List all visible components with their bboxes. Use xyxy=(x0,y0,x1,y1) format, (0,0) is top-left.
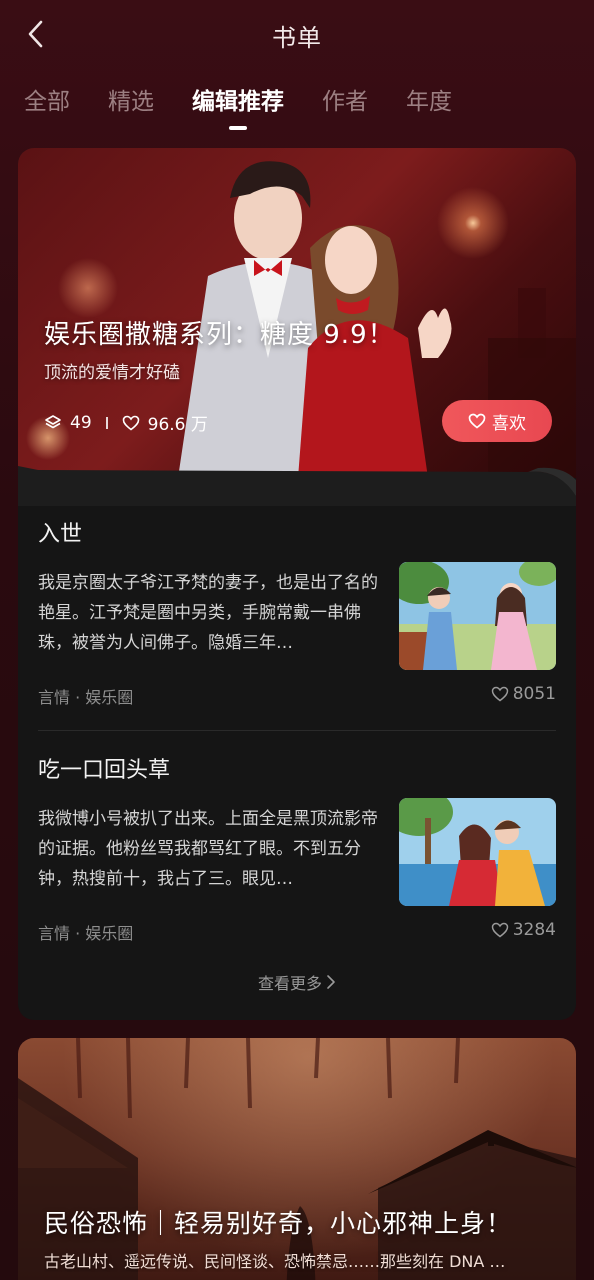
booklist-stats: 49 96.6 万 xyxy=(44,410,208,435)
top-bar: 书单 xyxy=(0,0,594,70)
likes-count: 96.6 万 xyxy=(147,415,208,435)
list-item[interactable]: 入世 我是京圈太子爷江予梵的妻子，也是出了名的艳星。江予梵是圈中另类，手腕常戴一… xyxy=(38,516,556,716)
book-meta: 言情 · 娱乐圈 xyxy=(38,688,134,707)
book-cover-illustration xyxy=(399,798,556,906)
book-cover-illustration xyxy=(399,562,556,670)
book-title: 吃一口回头草 xyxy=(38,758,171,783)
booklist-hero: 娱乐圈撒糖系列：糖度 9.9！ 顶流的爱情才好磕 49 96.6 万 喜欢 xyxy=(18,148,576,478)
book-meta: 言情 · 娱乐圈 xyxy=(38,924,134,943)
likes-stat: 96.6 万 xyxy=(122,410,208,435)
booklist-card[interactable]: 民俗恐怖｜轻易别好奇，小心邪神上身！ 古老山村、遥远传说、民间怪谈、恐怖禁忌……… xyxy=(18,1038,576,1280)
tab-bar: 全部 精选 编辑推荐 作者 年度 xyxy=(24,82,490,130)
book-likes-count: 8051 xyxy=(512,684,556,704)
booklist-card[interactable]: 娱乐圈撒糖系列：糖度 9.9！ 顶流的爱情才好磕 49 96.6 万 喜欢 入世… xyxy=(18,148,576,1020)
heart-outline-icon xyxy=(491,686,508,702)
book-likes-count: 3284 xyxy=(512,920,556,940)
list-divider xyxy=(38,730,556,731)
book-title: 入世 xyxy=(38,522,83,547)
like-button-label: 喜欢 xyxy=(492,413,526,434)
like-button[interactable]: 喜欢 xyxy=(442,400,552,442)
booklist-subtitle: 顶流的爱情才好磕 xyxy=(44,363,180,383)
book-likes: 8051 xyxy=(491,684,556,704)
booklist-title: 民俗恐怖｜轻易别好奇，小心邪神上身！ xyxy=(44,1209,513,1238)
heart-outline-icon xyxy=(491,922,508,938)
list-item[interactable]: 吃一口回头草 我微博小号被扒了出来。上面全是黑顶流影帝的证据。他粉丝骂我都骂红了… xyxy=(38,752,556,952)
page-title: 书单 xyxy=(272,24,322,52)
tab-editor-picks[interactable]: 编辑推荐 xyxy=(192,82,284,130)
book-count: 49 xyxy=(70,412,92,433)
view-more-label: 查看更多 xyxy=(257,974,322,993)
tab-authors[interactable]: 作者 xyxy=(322,82,368,130)
book-description: 我微博小号被扒了出来。上面全是黑顶流影帝的证据。他粉丝骂我都骂红了眼。不到五分钟… xyxy=(38,809,378,889)
heart-outline-icon xyxy=(122,415,139,431)
book-cover xyxy=(399,798,556,906)
view-more-link[interactable]: 查看更多 xyxy=(18,970,576,994)
stat-divider xyxy=(105,416,108,429)
heart-outline-icon xyxy=(468,413,486,429)
page-fold-decoration xyxy=(18,466,576,506)
layers-icon xyxy=(45,414,61,428)
book-count-stat: 49 xyxy=(44,413,92,433)
booklist-subtitle: 古老山村、遥远传说、民间怪谈、恐怖禁忌……那些刻在 DNA … xyxy=(44,1252,506,1271)
chevron-right-icon xyxy=(327,975,335,989)
hero-illustration xyxy=(18,1038,576,1280)
booklist-title: 娱乐圈撒糖系列：糖度 9.9！ xyxy=(44,320,395,350)
book-description: 我是京圈太子爷江予梵的妻子，也是出了名的艳星。江予梵是圈中另类，手腕常戴一串佛珠… xyxy=(38,573,378,653)
tab-all[interactable]: 全部 xyxy=(24,82,70,130)
tab-annual[interactable]: 年度 xyxy=(406,82,452,130)
book-cover xyxy=(399,562,556,670)
book-likes: 3284 xyxy=(491,920,556,940)
tab-featured[interactable]: 精选 xyxy=(108,82,154,130)
